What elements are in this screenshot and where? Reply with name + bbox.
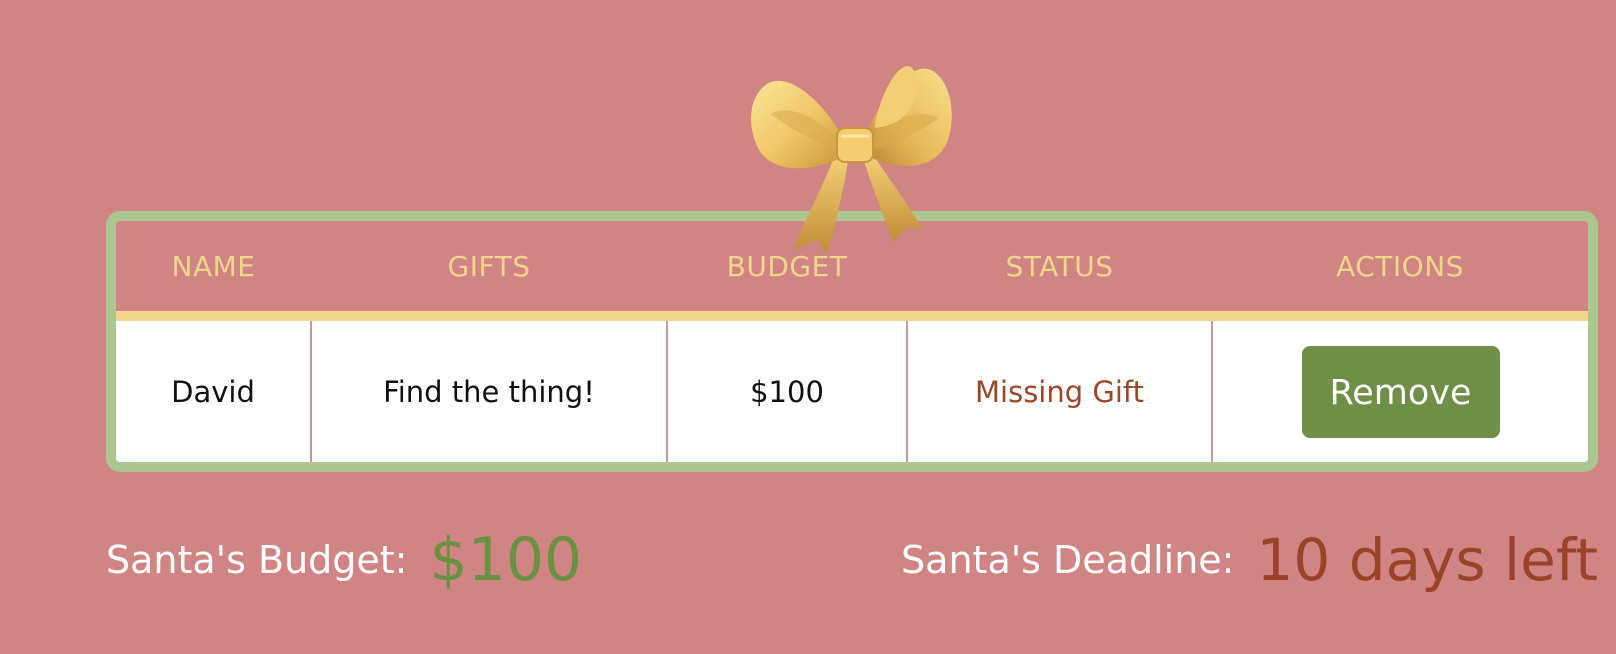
column-header-name: NAME (116, 221, 311, 321)
santa-budget-summary: Santa's Budget: $100 (106, 520, 582, 600)
cell-status: Missing Gift (907, 316, 1213, 462)
santa-deadline-value: 10 days left (1256, 526, 1598, 594)
cell-actions: Remove (1212, 316, 1588, 462)
santa-budget-label: Santa's Budget: (106, 538, 408, 582)
cell-name: David (116, 316, 312, 462)
status-badge: Missing Gift (975, 374, 1144, 409)
gold-ribbon-bow-icon (751, 66, 952, 254)
table-row: David Find the thing! $100 Missing Gift … (116, 316, 1588, 462)
column-header-actions: ACTIONS (1212, 221, 1588, 321)
cell-gifts: Find the thing! (311, 316, 668, 462)
cell-budget: $100 (667, 316, 908, 462)
remove-button[interactable]: Remove (1301, 345, 1500, 438)
santa-deadline-summary: Santa's Deadline: 10 days left (901, 520, 1598, 600)
column-header-gifts: GIFTS (311, 221, 667, 321)
santa-budget-value: $100 (429, 525, 583, 595)
santa-deadline-label: Santa's Deadline: (901, 538, 1235, 582)
